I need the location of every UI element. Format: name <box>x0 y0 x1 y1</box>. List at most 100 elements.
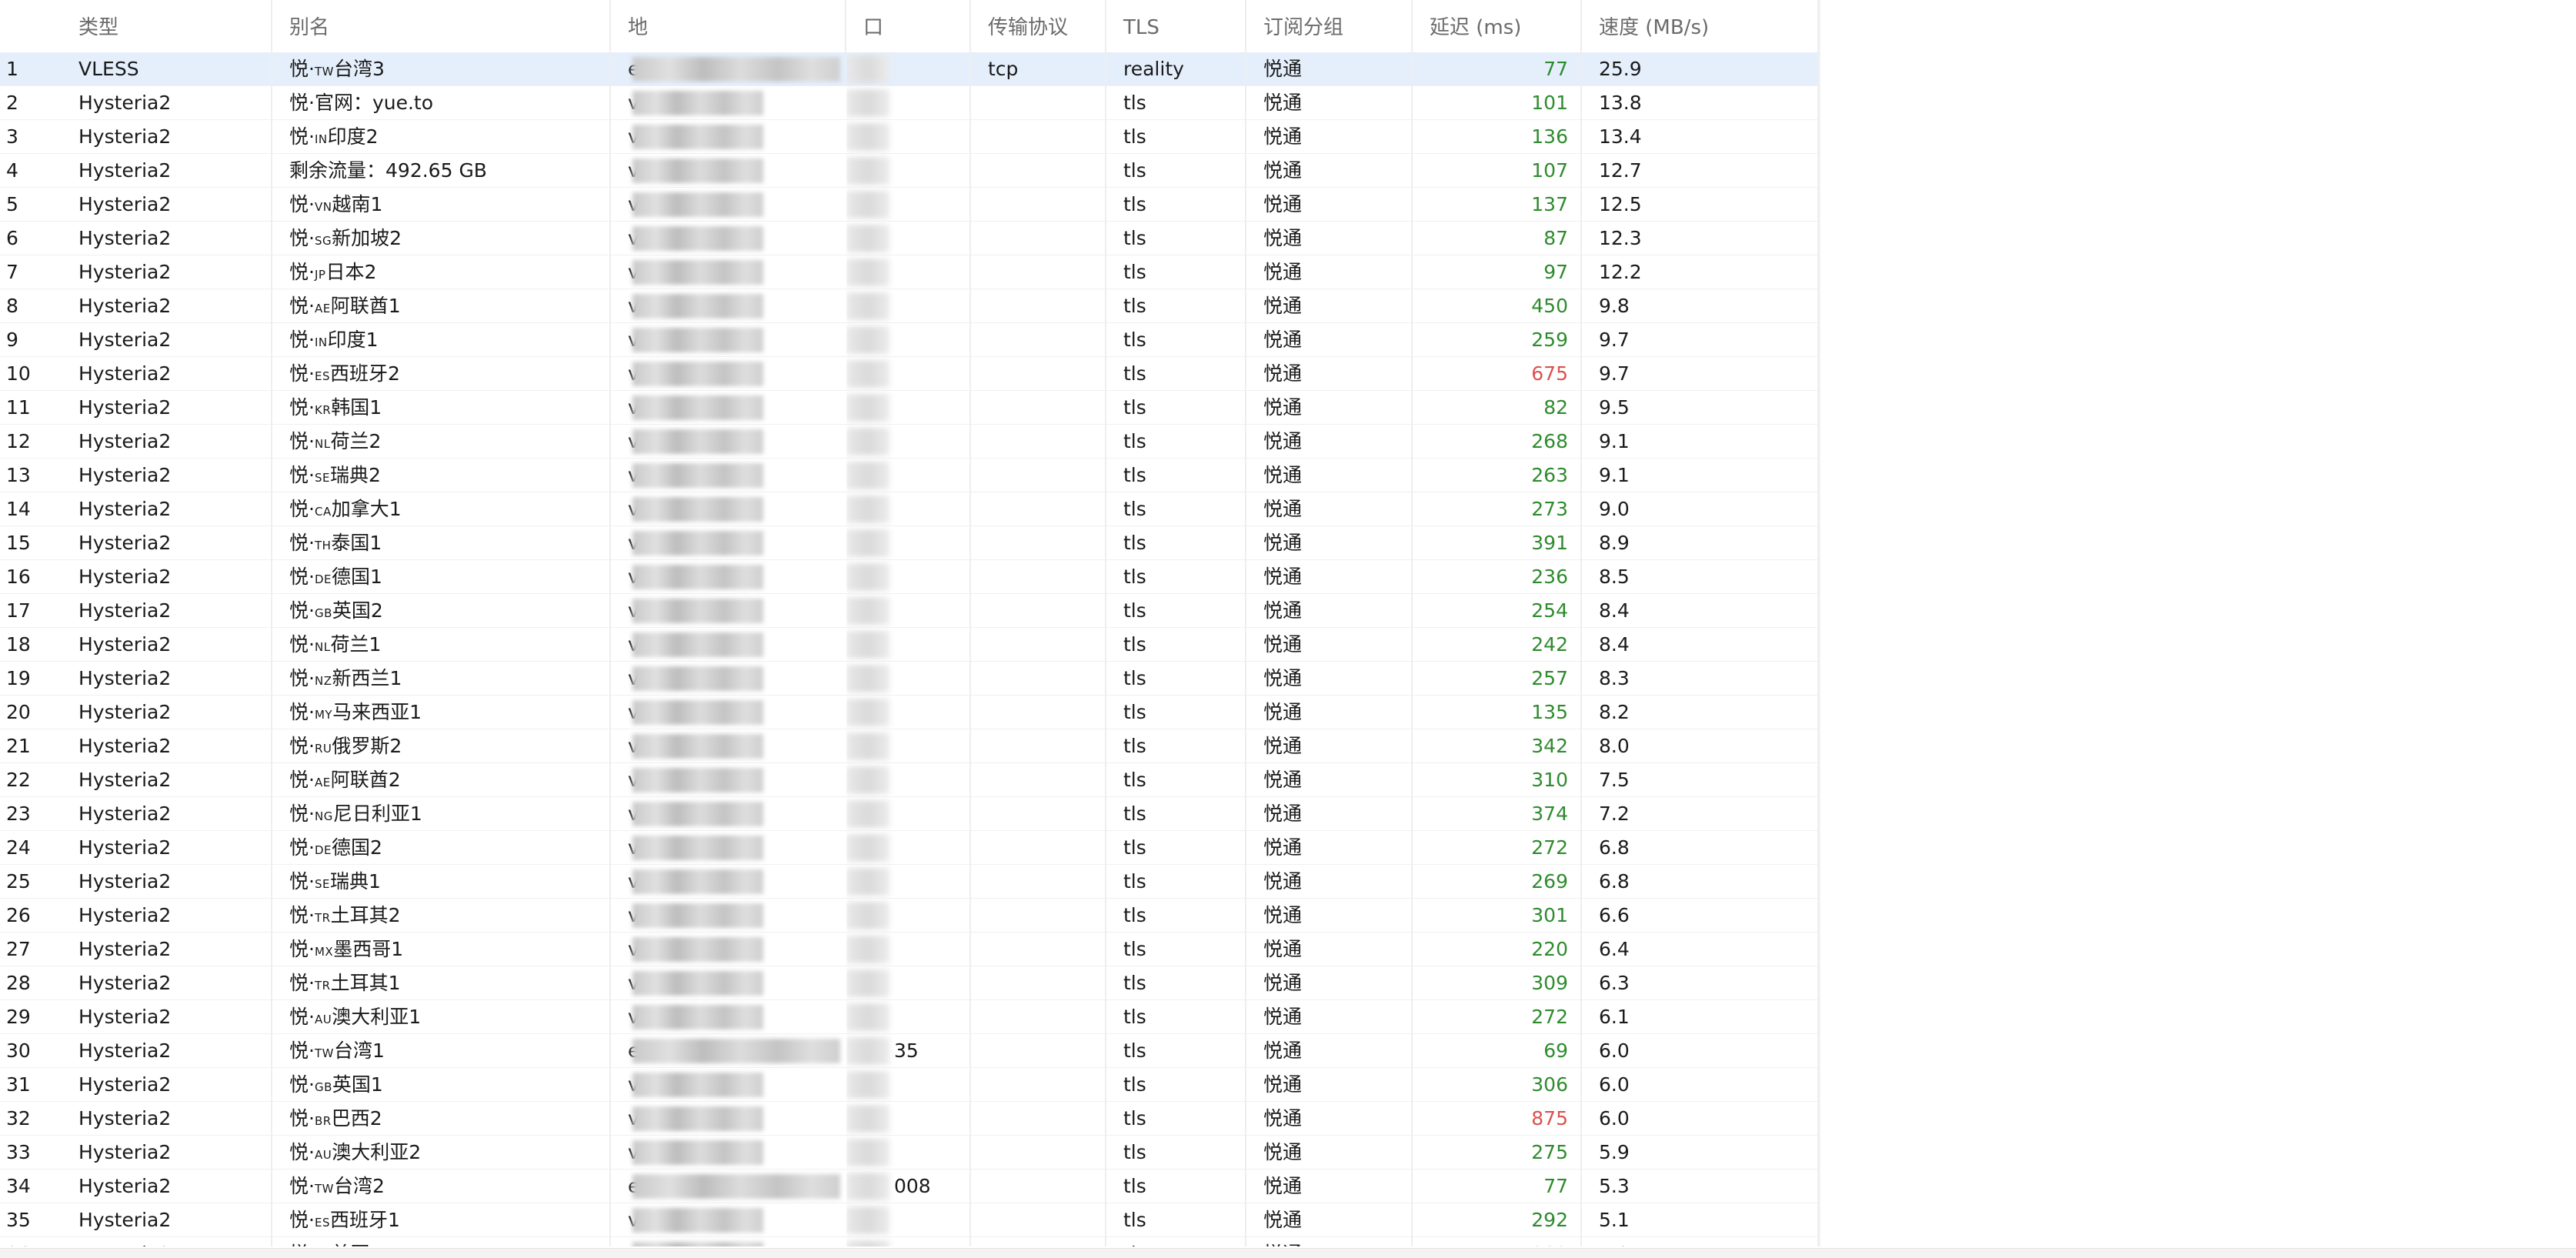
table-row[interactable]: 23Hysteria2悦·NG尼日利亚1vtls悦通3747.2 <box>0 797 1819 831</box>
alias-name: 官网：yue.to <box>314 92 434 114</box>
tls-cell: tls <box>1106 1034 1246 1068</box>
address-cell: e <box>611 1170 846 1203</box>
table-row[interactable]: 21Hysteria2悦·RU俄罗斯2vtls悦通3428.0 <box>0 729 1819 763</box>
table-row[interactable]: 18Hysteria2悦·NL荷兰1vtls悦通2428.4 <box>0 628 1819 662</box>
table-row[interactable]: 9Hysteria2悦·IN印度1vtls悦通2599.7 <box>0 323 1819 357</box>
table-row[interactable]: 15Hysteria2悦·TH泰国1vtls悦通3918.9 <box>0 526 1819 560</box>
transport-cell <box>971 188 1106 222</box>
table-row[interactable]: 25Hysteria2悦·SE瑞典1vtls悦通2696.8 <box>0 865 1819 899</box>
table-row[interactable]: 32Hysteria2悦·BR巴西2vtls悦通8756.0 <box>0 1102 1819 1136</box>
header-tls[interactable]: TLS <box>1106 0 1246 52</box>
latency-cell: 97 <box>1413 255 1582 289</box>
alias-cell: 悦·KR韩国1 <box>272 391 611 425</box>
port-redaction <box>846 462 889 489</box>
type-cell: Hysteria2 <box>62 865 272 899</box>
alias-name: 土耳其1 <box>330 972 401 994</box>
table-row[interactable]: 19Hysteria2悦·NZ新西兰1vtls悦通2578.3 <box>0 662 1819 696</box>
table-row[interactable]: 14Hysteria2悦·CA加拿大1vtls悦通2739.0 <box>0 492 1819 526</box>
alias-separator: · <box>309 633 315 656</box>
table-row[interactable]: 10Hysteria2悦·ES西班牙2vtls悦通6759.7 <box>0 357 1819 391</box>
table-row[interactable]: 26Hysteria2悦·TR土耳其2vtls悦通3016.6 <box>0 899 1819 933</box>
table-row[interactable]: 36Hysteria2悦·US美国1v tls悦通2834.9 <box>0 1237 1819 1246</box>
country-code: GB <box>314 606 332 620</box>
transport-cell <box>971 865 1106 899</box>
table-row[interactable]: 5Hysteria2悦·VN越南1vtls悦通13712.5 <box>0 188 1819 222</box>
alias-name: 土耳其2 <box>330 904 401 926</box>
table-row[interactable]: 33Hysteria2悦·AU澳大利亚2vtls悦通2755.9 <box>0 1136 1819 1170</box>
speed-cell: 12.7 <box>1582 154 1819 188</box>
table-row[interactable]: 12Hysteria2悦·NL荷兰2vtls悦通2689.1 <box>0 425 1819 459</box>
port-redaction <box>846 1003 889 1031</box>
tls-cell: tls <box>1106 594 1246 628</box>
header-speed[interactable]: 速度 (MB/s) <box>1582 0 1819 52</box>
port-cell <box>846 459 971 492</box>
header-transport[interactable]: 传输协议 <box>971 0 1106 52</box>
table-row[interactable]: 31Hysteria2悦·GB英国1vtls悦通3066.0 <box>0 1068 1819 1102</box>
alias-cell: 悦·ES西班牙1 <box>272 1203 611 1237</box>
table-row[interactable]: 8Hysteria2悦·AE阿联酋1vtls悦通4509.8 <box>0 289 1819 323</box>
alias-cell: 悦·AE阿联酋2 <box>272 763 611 797</box>
table-row[interactable]: 3Hysteria2悦·IN印度2vtls悦通13613.4 <box>0 120 1819 154</box>
alias-brand: 悦 <box>289 972 309 994</box>
table-row[interactable]: 24Hysteria2悦·DE德国2vtls悦通2726.8 <box>0 831 1819 865</box>
table-row[interactable]: 1VLESS悦·TW台湾3etcpreality悦通7725.9 <box>0 52 1819 86</box>
group-cell: 悦通 <box>1246 154 1413 188</box>
table-row[interactable]: 27Hysteria2悦·MX墨西哥1vtls悦通2206.4 <box>0 933 1819 966</box>
transport-cell <box>971 933 1106 966</box>
transport-cell <box>971 120 1106 154</box>
tls-cell: tls <box>1106 933 1246 966</box>
transport-cell <box>971 1068 1106 1102</box>
row-index: 14 <box>6 498 31 520</box>
alias-brand: 悦 <box>289 1039 309 1062</box>
port-cell <box>846 52 971 86</box>
table-row[interactable]: 2Hysteria2悦·官网：yue.tovtls悦通10113.8 <box>0 86 1819 120</box>
type-cell: Hysteria2 <box>62 1170 272 1203</box>
speed-cell: 5.1 <box>1582 1203 1819 1237</box>
latency-cell: 87 <box>1413 222 1582 255</box>
alias-brand: 悦 <box>289 261 309 283</box>
table-row[interactable]: 13Hysteria2悦·SE瑞典2vtls悦通2639.1 <box>0 459 1819 492</box>
tls-cell: tls <box>1106 222 1246 255</box>
table-row[interactable]: 20Hysteria2悦·MY马来西亚1vtls悦通1358.2 <box>0 696 1819 729</box>
header-port[interactable]: 口 <box>846 0 971 52</box>
row-index: 27 <box>6 938 31 960</box>
table-row[interactable]: 17Hysteria2悦·GB英国2vtls悦通2548.4 <box>0 594 1819 628</box>
group-cell: 悦通 <box>1246 696 1413 729</box>
horizontal-scrollbar[interactable] <box>0 1248 2576 1258</box>
row-index: 16 <box>6 566 31 588</box>
table-row[interactable]: 6Hysteria2悦·SG新加坡2vtls悦通8712.3 <box>0 222 1819 255</box>
header-alias[interactable]: 别名 <box>272 0 611 52</box>
table-row[interactable]: 22Hysteria2悦·AE阿联酋2vtls悦通3107.5 <box>0 763 1819 797</box>
row-index: 22 <box>6 769 31 791</box>
country-code: CA <box>314 505 332 519</box>
header-group[interactable]: 订阅分组 <box>1246 0 1413 52</box>
table-row[interactable]: 28Hysteria2悦·TR土耳其1vtls悦通3096.3 <box>0 966 1819 1000</box>
alias-name: 阿联酋2 <box>330 769 401 791</box>
table-row[interactable]: 16Hysteria2悦·DE德国1vtls悦通2368.5 <box>0 560 1819 594</box>
alias-brand: 悦 <box>289 701 309 723</box>
transport-cell <box>971 831 1106 865</box>
header-latency[interactable]: 延迟 (ms) <box>1413 0 1582 52</box>
alias-cell: 悦·GB英国2 <box>272 594 611 628</box>
table-row[interactable]: 4Hysteria2剩余流量：492.65 GBvtls悦通10712.7 <box>0 154 1819 188</box>
port-cell: 35 <box>846 1034 971 1068</box>
table-row[interactable]: 34Hysteria2悦·TW台湾2e008tls悦通775.3 <box>0 1170 1819 1203</box>
alias-brand: 悦 <box>289 1006 309 1028</box>
table-row[interactable]: 7Hysteria2悦·JP日本2vtls悦通9712.2 <box>0 255 1819 289</box>
table-row[interactable]: 35Hysteria2悦·ES西班牙1vtls悦通2925.1 <box>0 1203 1819 1237</box>
address-redaction <box>632 1140 763 1165</box>
table-row[interactable]: 29Hysteria2悦·AU澳大利亚1vtls悦通2726.1 <box>0 1000 1819 1034</box>
header-type[interactable]: 类型 <box>62 0 272 52</box>
row-index: 10 <box>6 362 31 385</box>
table-body[interactable]: 1VLESS悦·TW台湾3etcpreality悦通7725.92Hysteri… <box>0 52 1819 1246</box>
country-code: AE <box>314 776 331 789</box>
latency-cell: 82 <box>1413 391 1582 425</box>
table-row[interactable]: 30Hysteria2悦·TW台湾1e35tls悦通696.0 <box>0 1034 1819 1068</box>
table-row[interactable]: 11Hysteria2悦·KR韩国1vtls悦通829.5 <box>0 391 1819 425</box>
header-address[interactable]: 地 <box>611 0 846 52</box>
speed-cell: 8.3 <box>1582 662 1819 696</box>
alias-brand: 悦 <box>289 193 309 215</box>
speed-cell: 12.5 <box>1582 188 1819 222</box>
address-redaction <box>632 260 763 285</box>
type-cell: Hysteria2 <box>62 323 272 357</box>
